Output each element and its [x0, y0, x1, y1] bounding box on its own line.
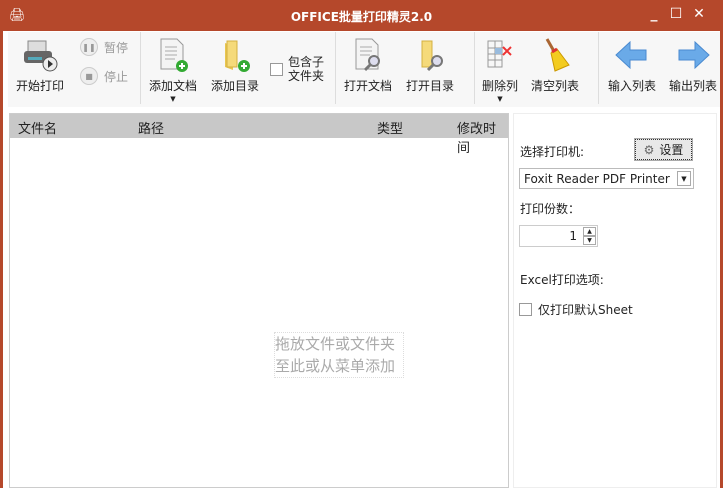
arrow-left-icon: [614, 37, 650, 73]
title-bar: 🖨 OFFICE批量打印精灵2.0 _ ☐ ✕: [0, 0, 723, 31]
export-list-button[interactable]: 输出列表: [666, 37, 720, 94]
separator: [335, 32, 336, 104]
pause-icon: ❚❚: [80, 38, 98, 56]
separator: [598, 32, 599, 104]
window-title: OFFICE批量打印精灵2.0: [290, 10, 433, 24]
arrow-right-icon: [675, 37, 711, 73]
toolbar: 开始打印 ❚❚ 暂停 ■ 停止 添加文档 ▼ 添加目录 包含子文件夹 打开文档 打开目…: [8, 32, 720, 107]
stop-icon: ■: [80, 67, 98, 85]
copies-stepper[interactable]: 1 ▲ ▼: [519, 225, 598, 247]
separator: [140, 32, 141, 104]
search-folder-icon: [412, 37, 448, 73]
default-sheet-only-checkbox[interactable]: 仅打印默认Sheet: [519, 301, 633, 318]
import-list-button[interactable]: 输入列表: [605, 37, 659, 94]
printer-settings-button[interactable]: ⚙ 设置: [634, 138, 693, 161]
pause-button[interactable]: ❚❚ 暂停: [80, 38, 128, 56]
add-document-button[interactable]: 添加文档 ▼: [146, 37, 200, 103]
add-directory-button[interactable]: 添加目录: [208, 37, 262, 94]
gear-icon: ⚙: [643, 142, 655, 157]
include-subfolders-checkbox[interactable]: 包含子文件夹: [270, 55, 326, 83]
increment-icon[interactable]: ▲: [583, 227, 596, 236]
close-button[interactable]: ✕: [688, 6, 710, 26]
broom-icon: [537, 37, 573, 73]
open-directory-button[interactable]: 打开目录: [403, 37, 457, 94]
minimize-button[interactable]: _: [643, 6, 665, 26]
start-print-button[interactable]: 开始打印: [14, 37, 66, 94]
file-list-table[interactable]: 文件名 路径 类型 修改时间 拖放文件或文件夹 至此或从菜单添加: [9, 113, 509, 488]
excel-options-label: Excel打印选项:: [520, 273, 604, 287]
checkbox[interactable]: [270, 62, 283, 76]
select-printer-label: 选择打印机:: [520, 145, 585, 159]
column-header-path[interactable]: 路径: [138, 118, 164, 137]
checkbox[interactable]: [519, 303, 532, 316]
delete-column-button[interactable]: 删除列 ▼: [478, 37, 522, 103]
add-folder-icon: [217, 37, 253, 73]
printer-select[interactable]: Foxit Reader PDF Printer ▼: [519, 168, 694, 189]
copies-label: 打印份数：: [520, 202, 581, 216]
add-document-icon: [155, 37, 191, 73]
search-document-icon: [350, 37, 386, 73]
printer-icon: [22, 37, 58, 73]
decrement-icon[interactable]: ▼: [583, 236, 596, 245]
dropdown-arrow-icon: ▼: [497, 95, 503, 103]
table-header: 文件名 路径 类型 修改时间: [10, 114, 508, 156]
separator: [474, 32, 475, 104]
chevron-down-icon[interactable]: ▼: [677, 171, 691, 186]
delete-column-icon: [482, 37, 518, 73]
dropdown-arrow-icon: ▼: [170, 95, 176, 103]
open-document-button[interactable]: 打开文档: [341, 37, 395, 94]
column-header-type[interactable]: 类型: [377, 118, 403, 137]
maximize-button[interactable]: ☐: [665, 6, 687, 26]
column-header-modified[interactable]: 修改时间: [457, 118, 508, 156]
stop-button[interactable]: ■ 停止: [80, 67, 128, 85]
settings-panel: 选择打印机: ⚙ 设置 Foxit Reader PDF Printer ▼ 打印份…: [513, 113, 717, 488]
clear-list-button[interactable]: 清空列表: [528, 37, 582, 94]
drop-hint: 拖放文件或文件夹 至此或从菜单添加: [274, 332, 404, 378]
column-header-filename[interactable]: 文件名: [18, 118, 57, 137]
